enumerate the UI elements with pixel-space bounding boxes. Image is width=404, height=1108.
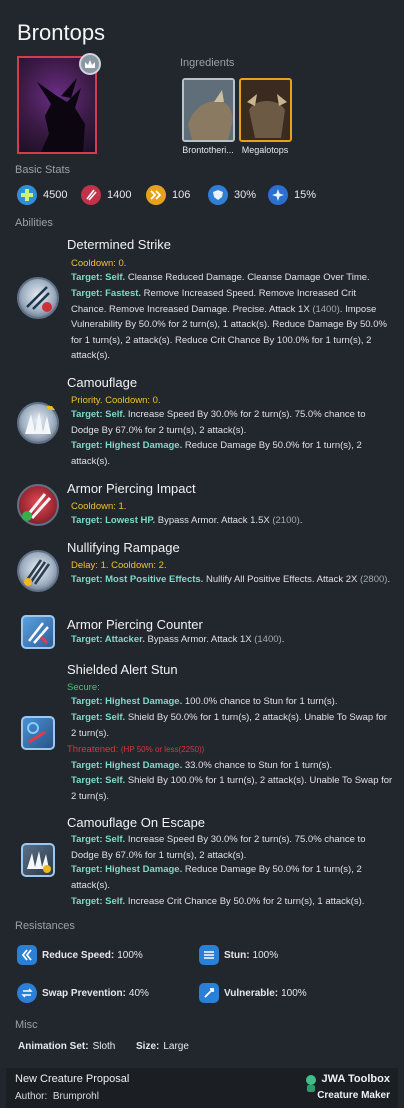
vulnerable-icon [199, 983, 219, 1003]
misc-label: Misc [15, 1019, 38, 1031]
speed-icon [146, 185, 166, 205]
creature-name: Brontops [17, 20, 106, 45]
ability-name: Determined Strike [67, 237, 172, 252]
ingredient-name: Brontotheri... [182, 145, 234, 155]
ingredient-name: Megalotops [241, 145, 289, 155]
ability-name: Shielded Alert Stun [67, 662, 178, 677]
size: Size: Large [136, 1041, 189, 1052]
alert-icon [21, 716, 55, 750]
resistances-label: Resistances [15, 920, 75, 932]
ability-effect: Target: Self. Increase Speed By 30.0% fo… [71, 409, 366, 436]
stat-speed: 106 [146, 184, 190, 206]
animation-set: Animation Set: Sloth [18, 1041, 116, 1052]
reduce-speed-icon [17, 945, 37, 965]
crit-icon [268, 185, 288, 205]
ingredient-card-brontotherium[interactable] [182, 78, 235, 142]
armor-piercing-impact-icon [17, 484, 59, 526]
brand-name: JWA Toolbox [321, 1073, 390, 1085]
damage-icon [81, 185, 101, 205]
ability-name: Nullifying Rampage [67, 540, 180, 555]
ability-effect: Target: Self. Shield By 100.0% for 1 tur… [71, 775, 393, 802]
ability-effect: Target: Most Positive Effects. Nullify A… [71, 574, 391, 585]
brand-sub: Creature Maker [317, 1090, 390, 1101]
stat-health: 4500 [17, 184, 67, 206]
stat-crit: 15% [268, 184, 316, 206]
ability-effect: Target: Highest Damage. 100.0% chance to… [71, 696, 338, 707]
armor-icon [208, 185, 228, 205]
threatened-label: Threatened: (HP 50% or less(2250)) [67, 744, 205, 755]
author: Author: Brumprohl [15, 1091, 99, 1102]
ability-effect: Target: Highest Damage. Reduce Damage By… [71, 440, 362, 467]
ability-effect: Target: Highest Damage. Reduce Damage By… [71, 864, 362, 891]
resistance-stun: Stun: 100% [199, 944, 278, 966]
camouflage-icon [17, 402, 59, 444]
abilities-label: Abilities [15, 217, 53, 229]
resistance-reduce-speed: Reduce Speed: 100% [17, 944, 143, 966]
proposal-title: New Creature Proposal [15, 1073, 130, 1085]
basic-stats-label: Basic Stats [15, 164, 71, 176]
counter-icon [21, 615, 55, 649]
stat-damage: 1400 [81, 184, 131, 206]
strike-icon [17, 277, 59, 319]
ability-name: Armor Piercing Impact [67, 481, 196, 496]
ability-effect: Target: Self. Increase Crit Chance By 50… [71, 896, 365, 907]
resistance-swap-prevention: Swap Prevention: 40% [17, 982, 149, 1004]
escape-icon [21, 843, 55, 877]
ability-effect: Target: Self. Increase Speed By 30.0% fo… [71, 834, 366, 861]
ability-effect: Target: Attacker. Bypass Armor. Attack 1… [71, 634, 285, 645]
ability-name: Camouflage [67, 375, 138, 390]
ability-effect: Target: Lowest HP. Bypass Armor. Attack … [71, 515, 303, 526]
health-icon [17, 185, 37, 205]
ability-name: Armor Piercing Counter [67, 617, 203, 632]
footer: New Creature Proposal Author: Brumprohl … [6, 1068, 398, 1108]
swap-prevention-icon [17, 983, 37, 1003]
ability-effect: Target: Fastest. Remove Increased Speed.… [71, 288, 387, 361]
ability-effect: Target: Self. Cleanse Reduced Damage. Cl… [71, 272, 370, 283]
ability-effect: Target: Highest Damage. 33.0% chance to … [71, 760, 333, 771]
ingredients-label: Ingredients [180, 57, 235, 69]
crown-icon [79, 53, 101, 75]
stun-icon [199, 945, 219, 965]
ability-name: Camouflage On Escape [67, 815, 206, 830]
stat-armor: 30% [208, 184, 256, 206]
ability-effect: Target: Self. Shield By 50.0% for 1 turn… [71, 712, 387, 739]
ingredient-card-megalotops[interactable] [239, 78, 292, 142]
resistance-vulnerable: Vulnerable: 100% [199, 982, 307, 1004]
nullifying-rampage-icon [17, 550, 59, 592]
